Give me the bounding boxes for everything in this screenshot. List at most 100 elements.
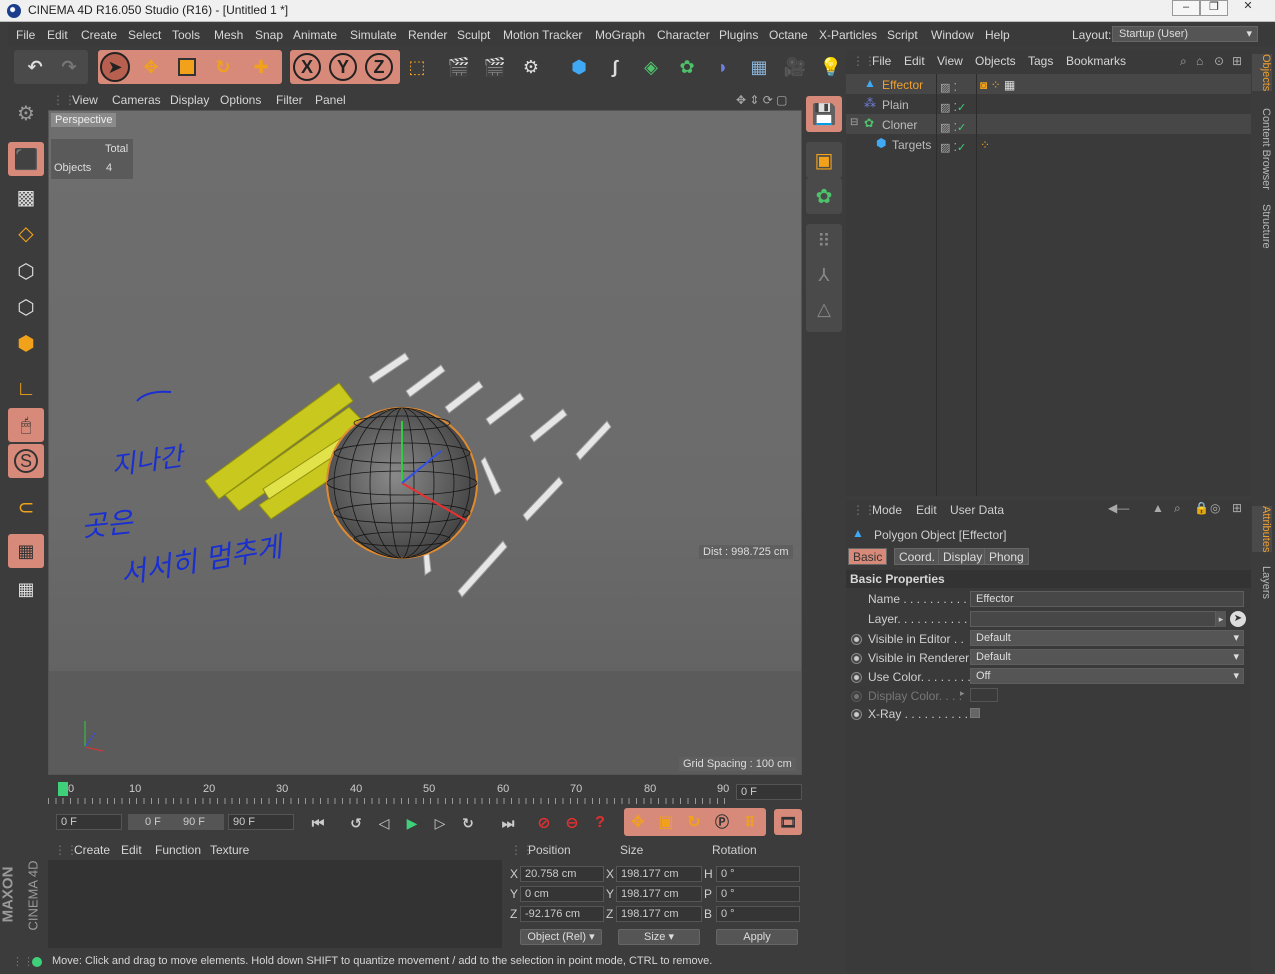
preview-range-slider[interactable]: 0 F 90 F xyxy=(128,814,224,830)
menu-tools[interactable]: Tools xyxy=(172,28,200,42)
menu-sculpt[interactable]: Sculpt xyxy=(457,28,490,42)
go-to-start-icon[interactable]: ⏮ xyxy=(304,810,332,836)
workplane-grid-icon[interactable]: ◇ xyxy=(8,216,44,250)
material-menu-edit[interactable]: Edit xyxy=(121,843,142,857)
menu-window[interactable]: Window xyxy=(931,28,974,42)
attr-menu-user-data[interactable]: User Data xyxy=(950,503,1004,517)
tab-attributes[interactable]: Attributes xyxy=(1252,506,1272,553)
snap-icon[interactable]: S xyxy=(8,444,44,478)
previous-key-icon[interactable]: ↺ xyxy=(342,810,370,836)
objects-menu-edit[interactable]: Edit xyxy=(904,54,925,68)
rotate-icon[interactable]: ↻ xyxy=(208,52,238,82)
add-icon[interactable]: ✚ xyxy=(246,52,276,82)
objects-menu-tags[interactable]: Tags xyxy=(1028,54,1053,68)
undo-icon[interactable]: ↶ xyxy=(20,52,50,82)
layer-field[interactable] xyxy=(970,611,1216,627)
size-x-field[interactable]: 198.177 cm xyxy=(616,866,702,882)
material-menu-function[interactable]: Function xyxy=(155,843,201,857)
material-menu-texture[interactable]: Texture xyxy=(210,843,249,857)
menu-simulate[interactable]: Simulate xyxy=(350,28,397,42)
display-color-swatch[interactable] xyxy=(970,688,998,702)
redo-icon[interactable]: ↷ xyxy=(54,52,84,82)
lock-icon[interactable]: 🔒 xyxy=(1194,501,1209,515)
viewport-menu-panel[interactable]: Panel xyxy=(315,93,346,107)
z-axis-icon[interactable]: Z xyxy=(365,53,393,81)
key-pla-icon[interactable]: ⠿ xyxy=(736,809,764,835)
render-settings-icon[interactable]: ⚙ xyxy=(516,52,546,82)
material-list[interactable] xyxy=(48,860,502,948)
next-frame-icon[interactable]: ▷ xyxy=(426,810,454,836)
spline-icon[interactable]: ∫ xyxy=(600,52,630,82)
objects-menu-view[interactable]: View xyxy=(937,54,963,68)
menu-render[interactable]: Render xyxy=(408,28,447,42)
key-position-icon[interactable]: ✥ xyxy=(624,809,652,835)
snapping-icons[interactable]: ⠿ ⅄ △ xyxy=(806,224,842,332)
viewport-nav-icons[interactable]: ✥ ⇕ ⟳ ▢ xyxy=(736,93,788,107)
coordinate-mode-select[interactable]: Object (Rel) ▾ xyxy=(520,929,602,945)
axis-mode-icon[interactable]: ∟ xyxy=(8,372,44,406)
rotation-p-field[interactable]: 0 ° xyxy=(716,886,800,902)
points-mode-icon[interactable]: ⬡ xyxy=(8,254,44,288)
vis-render-select[interactable]: Default ▾ xyxy=(970,649,1244,665)
settings-icon[interactable]: ◎ xyxy=(1210,501,1220,515)
collapse-icon[interactable]: ⊟ xyxy=(850,117,858,128)
tab-objects[interactable]: Objects xyxy=(1252,54,1272,92)
menu-help[interactable]: Help xyxy=(985,28,1010,42)
magnet-icon[interactable]: ⊂ xyxy=(8,490,44,524)
3d-viewport[interactable]: Perspective Total Objects 4 지나간 곳은 서서히 멈… xyxy=(48,110,802,775)
viewport-menu-options[interactable]: Options xyxy=(220,93,261,107)
home-icon[interactable]: ⌂ xyxy=(1196,54,1203,68)
new-panel-icon[interactable]: ⊞ xyxy=(1232,54,1242,68)
select-icon[interactable]: ➤ xyxy=(100,52,130,82)
position-z-field[interactable]: -92.176 cm xyxy=(520,906,604,922)
viewport-menu-cameras[interactable]: Cameras xyxy=(112,93,161,107)
coordinate-system-icon[interactable]: ⬚ xyxy=(402,52,432,82)
size-mode-select[interactable]: Size ▾ xyxy=(618,929,700,945)
tweak-mode-icon[interactable]: 🖱 xyxy=(8,408,44,442)
vis-editor-select[interactable]: Default ▾ xyxy=(970,630,1244,646)
lock-workplane-icon[interactable]: ▦ xyxy=(8,534,44,568)
record-icon[interactable]: ⊘ xyxy=(530,810,558,836)
tab-structure[interactable]: Structure xyxy=(1252,204,1272,249)
vis-editor-radio[interactable] xyxy=(851,634,862,645)
objects-menu-bookmarks[interactable]: Bookmarks xyxy=(1066,54,1126,68)
use-color-select[interactable]: Off ▾ xyxy=(970,668,1244,684)
attr-menu-mode[interactable]: Mode xyxy=(872,503,902,517)
lock-icon[interactable]: ⊙ xyxy=(1214,54,1224,68)
visibility-column[interactable]: ▨ ⁚ ▨ ⁚✓ ▨ ⁚✓ ▨ ⁚✓ xyxy=(940,78,974,158)
model-mode-icon[interactable]: ⬛ xyxy=(8,142,44,176)
floor-icon[interactable]: ▦ xyxy=(744,52,774,82)
menu-script[interactable]: Script xyxy=(887,28,918,42)
menu-octane[interactable]: Octane xyxy=(769,28,808,42)
light-icon[interactable]: 💡 xyxy=(816,52,846,82)
current-frame-field[interactable]: 0 F xyxy=(736,784,802,800)
up-arrow-icon[interactable]: ▲ xyxy=(1152,501,1164,515)
edges-mode-icon[interactable]: ⬡ xyxy=(8,290,44,324)
key-scale-icon[interactable]: ▣ xyxy=(652,809,680,835)
menu-animate[interactable]: Animate xyxy=(293,28,337,42)
tags-targets[interactable]: ⁘ xyxy=(980,138,1000,154)
scale-icon[interactable] xyxy=(172,52,202,82)
menu-snap[interactable]: Snap xyxy=(255,28,283,42)
menu-motion-tracker[interactable]: Motion Tracker xyxy=(503,28,582,42)
display-color-radio[interactable] xyxy=(851,691,862,702)
autokey-icon[interactable]: ⊖ xyxy=(558,810,586,836)
position-x-field[interactable]: 20.758 cm xyxy=(520,866,604,882)
move-icon[interactable]: ✥ xyxy=(136,52,166,82)
sd-icon[interactable]: ▣ xyxy=(806,142,842,178)
layout-select[interactable]: Startup (User) ▾ xyxy=(1112,26,1258,42)
back-arrow-icon[interactable]: ◀— xyxy=(1108,501,1129,515)
y-axis-icon[interactable]: Y xyxy=(329,53,357,81)
polygons-mode-icon[interactable]: ⬢ xyxy=(8,326,44,360)
pick-icon[interactable]: ➤ xyxy=(1230,611,1246,627)
maximize-button[interactable]: ❐ xyxy=(1200,0,1228,16)
planar-workplane-icon[interactable]: ▦ xyxy=(8,572,44,606)
close-button[interactable]: ✕ xyxy=(1234,0,1262,16)
keyframe-selection-icon[interactable]: ? xyxy=(586,810,614,836)
texture-mode-icon[interactable]: ▩ xyxy=(8,180,44,214)
tab-layers[interactable]: Layers xyxy=(1252,566,1272,599)
cube-icon[interactable]: ⬢ xyxy=(564,52,594,82)
previous-frame-icon[interactable]: ◁ xyxy=(370,810,398,836)
tab-phong[interactable]: Phong xyxy=(984,548,1029,565)
menu-select[interactable]: Select xyxy=(128,28,161,42)
